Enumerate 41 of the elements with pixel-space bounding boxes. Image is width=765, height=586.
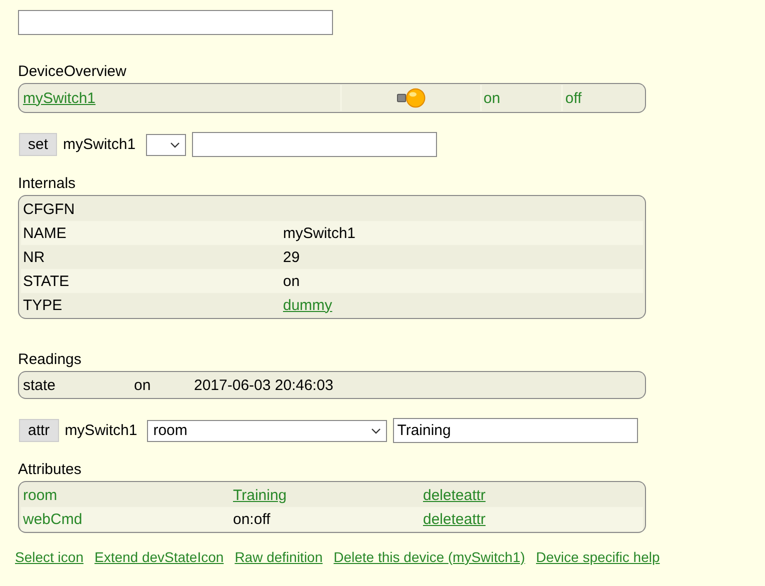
footer-link[interactable]: Delete this device (mySwitch1) [334,549,526,565]
device-name: mySwitch1 [63,136,136,153]
table-cell: NR [23,248,45,266]
caret-icon [170,142,180,148]
footer-link[interactable]: Raw definition [234,549,323,565]
attr-button[interactable]: attr [19,419,59,442]
search-field[interactable] [18,10,333,35]
table-cell: STATE [23,272,70,290]
section-title: Readings [18,350,82,369]
delete-link[interactable]: deleteattr [423,486,486,504]
table-cell: state [23,376,56,394]
table-cell: 29 [283,248,300,266]
set-button[interactable]: set [19,133,58,156]
command-link[interactable]: off [565,90,582,106]
footer-link[interactable]: Extend devStateIcon [94,549,224,565]
table-cell: on [283,272,300,290]
table-cell: CFGFN [23,200,75,218]
type-link[interactable]: dummy [283,296,332,314]
table-cell: room [23,486,58,504]
footer-link[interactable]: Device specific help [536,549,660,565]
command-link[interactable]: on [484,90,500,106]
section-title: Internals [18,174,77,193]
footer-link[interactable]: Select icon [15,549,84,565]
table-cell: on [134,376,151,394]
command-dropdown[interactable] [146,134,186,156]
section-title: DeviceOverview [18,62,128,81]
dropdown-value: room [153,422,188,439]
caret-icon [371,428,382,434]
value-field[interactable] [192,132,437,157]
table-cell: NAME [23,224,66,242]
table-cell: webCmd [23,510,82,528]
table-cell: mySwitch1 [283,224,356,242]
table-cell: TYPE [23,296,62,314]
device-link[interactable]: mySwitch1 [23,90,96,106]
table-cell: 2017-06-03 20:46:03 [194,376,334,394]
attribute-dropdown[interactable]: room [147,420,388,442]
value-field[interactable]: Training [393,418,638,443]
device-name: mySwitch1 [64,422,138,439]
value-link[interactable]: Training [233,486,287,504]
section-title: Attributes [18,460,82,479]
table-cell: on:off [233,510,270,528]
